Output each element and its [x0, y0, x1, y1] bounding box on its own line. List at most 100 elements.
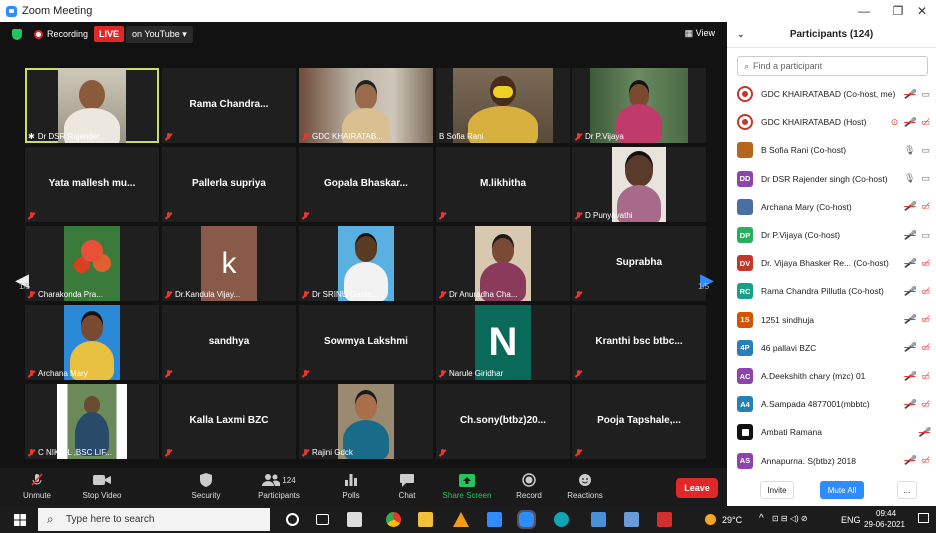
video-tile[interactable]: Pooja Tapshale,... — [572, 384, 706, 459]
file-explorer-icon[interactable] — [418, 512, 433, 527]
video-tile[interactable]: Dr Anuradha Cha... — [436, 226, 570, 301]
view-button[interactable]: ▦ View — [685, 28, 715, 39]
status-icons: 🎤 ▭̸ — [904, 314, 930, 325]
video-tile[interactable]: N Narule Giridhar — [436, 305, 570, 380]
status-icons: 🎤 ▭ — [904, 230, 930, 241]
participant-row[interactable]: DV Dr. Vijaya Bhasker Re... (Co-host) 🎤 ▭̸ — [727, 249, 936, 277]
security-shield-icon[interactable] — [12, 28, 22, 40]
record-button[interactable]: Record — [499, 472, 559, 500]
minimize-button[interactable]: — — [848, 0, 880, 22]
unmute-button[interactable]: Unmute — [7, 472, 67, 500]
participant-name: Rama Chandra Pillutla (Co-host) — [761, 286, 884, 297]
video-tile[interactable]: Archana Mary — [25, 305, 159, 380]
muted-mic-icon — [302, 290, 309, 299]
tile-caption: Archana Mary — [28, 369, 88, 378]
participant-row[interactable]: B Sofia Rani (Co-host) 🎙 ▭ — [727, 136, 936, 164]
video-tile[interactable]: Gopala Bhaskar... — [299, 147, 433, 222]
video-tile[interactable]: D Punyavathi — [572, 147, 706, 222]
tile-name-label: Dr DSR Rajender... — [37, 132, 107, 141]
store-icon[interactable] — [347, 512, 362, 527]
taskbar-search-input[interactable]: ⌕ Type here to search — [38, 508, 270, 531]
video-tile[interactable]: B Sofia Rani — [436, 68, 570, 143]
more-options-button[interactable]: ... — [897, 481, 917, 499]
task-view-icon[interactable] — [316, 514, 329, 525]
participant-row[interactable]: GDC KHAIRATABAD (Co-host, me) 🎤 ▭ — [727, 80, 936, 108]
participant-row[interactable]: AS Annapurna. S(btbz) 2018 🎤 ▭̸ — [727, 447, 936, 475]
video-tile[interactable]: C NIKHIL ,BSC LIF... — [25, 384, 159, 459]
video-tile[interactable]: Kranthi bsc btbc... — [572, 305, 706, 380]
participant-row[interactable]: Ambati Ramana 🎤 — [727, 418, 936, 446]
prev-page-arrow[interactable]: ◀ — [12, 250, 32, 310]
participant-row[interactable]: A4 A.Sampada 4877001(mbbtc) 🎤 ▭̸ — [727, 390, 936, 418]
muted-mic-icon: 🎤 — [904, 455, 916, 466]
clock-time[interactable]: 09:44 — [876, 509, 896, 518]
notification-icon[interactable] — [918, 513, 929, 523]
language-indicator[interactable]: ENG — [841, 515, 861, 525]
tile-caption — [165, 133, 175, 141]
tray-chevron-icon[interactable]: ^ — [759, 513, 764, 524]
close-button[interactable]: ✕ — [906, 0, 936, 22]
video-tile[interactable]: Dr P.Vijaya — [572, 68, 706, 143]
cortana-icon[interactable] — [286, 513, 299, 526]
participant-row[interactable]: AC A.Deekshith chary (mzc) 01 🎤 ▭̸ — [727, 362, 936, 390]
mute-all-button[interactable]: Mute All — [820, 481, 864, 499]
participant-name: Annapurna. S(btbz) 2018 — [761, 455, 856, 466]
muted-mic-icon — [439, 369, 446, 378]
zoom-app-icon[interactable] — [517, 510, 536, 529]
participant-row[interactable]: DP Dr P.Vijaya (Co-host) 🎤 ▭ — [727, 221, 936, 249]
video-tile[interactable]: Kalla Laxmi BZC — [162, 384, 296, 459]
chrome-icon[interactable] — [386, 512, 401, 527]
video-tile[interactable]: M.likhitha — [436, 147, 570, 222]
participant-row[interactable]: 4P 46 pallavi BZC 🎤 ▭̸ — [727, 334, 936, 362]
video-tile[interactable]: ✱ Dr DSR Rajender... — [25, 68, 159, 143]
tray-icons[interactable]: ⊡ ⊟ ◁) ⊘ — [772, 514, 808, 523]
video-tile[interactable]: GDC KHAIRATAB... — [299, 68, 433, 143]
tile-caption: Charakonda Pra... — [28, 290, 103, 299]
participant-row[interactable]: Archana Mary (Co-host) 🎤 ▭̸ — [727, 193, 936, 221]
muted-mic-icon: 🎤 — [918, 426, 930, 437]
leave-button[interactable]: Leave — [676, 478, 718, 498]
status-icons: 🎙 ▭ — [904, 173, 930, 184]
video-tile[interactable]: sandhya — [162, 305, 296, 380]
stop-video-button[interactable]: Stop Video — [72, 472, 132, 500]
participant-row[interactable]: DD Dr DSR Rajender singh (Co-host) 🎙 ▭ — [727, 165, 936, 193]
windows-start-icon[interactable] — [14, 514, 26, 526]
participants-header: ⌄ Participants (124) — [727, 22, 936, 48]
edge-icon[interactable] — [554, 512, 569, 527]
invite-button[interactable]: Invite — [760, 481, 794, 499]
participants-button[interactable]: 124 Participants — [249, 472, 309, 500]
clock-date[interactable]: 29-06-2021 — [864, 520, 905, 529]
video-tile[interactable]: Rajini Gdck — [299, 384, 433, 459]
chevron-down-icon[interactable]: ⌄ — [737, 29, 745, 40]
recording-label[interactable]: Recording — [47, 29, 88, 39]
video-tile[interactable]: k Dr.Kandula Vijay... — [162, 226, 296, 301]
video-icon: ▭ — [921, 173, 930, 184]
video-tile[interactable]: Dr SRINU Gante... — [299, 226, 433, 301]
vlc-icon[interactable] — [453, 512, 469, 527]
video-tile[interactable]: Yata mallesh mu... — [25, 147, 159, 222]
participant-search-input[interactable]: ⌕ Find a participant — [737, 56, 928, 76]
video-tile[interactable]: Suprabha — [572, 226, 706, 301]
polls-button[interactable]: Polls — [321, 472, 381, 500]
security-button[interactable]: Security — [176, 472, 236, 500]
video-tile[interactable]: Ch.sony(btbz)20... — [436, 384, 570, 459]
video-tile[interactable]: Rama Chandra... — [162, 68, 296, 143]
share-screen-button[interactable]: Share Screen — [437, 472, 497, 500]
reactions-button[interactable]: Reactions — [555, 472, 615, 500]
youtube-stream-button[interactable]: on YouTube ▾ — [126, 25, 193, 43]
avatar: DV — [737, 255, 753, 272]
mail-icon[interactable] — [487, 512, 502, 527]
live-badge[interactable]: LIVE — [94, 26, 125, 42]
acrobat-icon[interactable] — [657, 512, 672, 527]
chat-button[interactable]: Chat — [377, 472, 437, 500]
tile-caption: C NIKHIL ,BSC LIF... — [28, 448, 112, 457]
video-tile[interactable]: Sowmya Lakshmi — [299, 305, 433, 380]
video-tile[interactable]: Charakonda Pra... — [25, 226, 159, 301]
app-icon-2[interactable] — [624, 512, 639, 527]
video-tile[interactable]: Pallerla supriya — [162, 147, 296, 222]
next-page-arrow[interactable]: ▶ — [697, 250, 717, 310]
app-icon-1[interactable] — [591, 512, 606, 527]
participant-row[interactable]: RC Rama Chandra Pillutla (Co-host) 🎤 ▭̸ — [727, 277, 936, 305]
participant-row[interactable]: GDC KHAIRATABAD (Host) ⊙ 🎤 ▭̸ — [727, 108, 936, 136]
participant-row[interactable]: 1S 1251 sindhuja 🎤 ▭̸ — [727, 306, 936, 334]
